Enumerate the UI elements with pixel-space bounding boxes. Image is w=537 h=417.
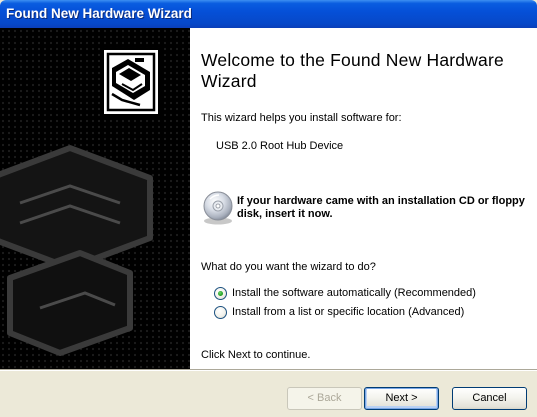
continue-text: Click Next to continue.	[201, 349, 311, 361]
radio-auto[interactable]	[214, 286, 227, 300]
back-button[interactable]: < Back	[287, 387, 362, 410]
device-name: USB 2.0 Root Hub Device	[216, 140, 344, 152]
option-advanced-label[interactable]: Install from a list or specific location…	[232, 306, 464, 318]
wizard-art	[0, 28, 190, 369]
button-bar: < Back Next > Cancel	[0, 371, 537, 417]
option-install-from-list[interactable]: Install from a list or specific location…	[214, 304, 464, 320]
wizard-window: Found New Hardware Wizard Welcome to the…	[0, 0, 537, 417]
cd-disk-icon	[203, 191, 233, 225]
intro-text: This wizard helps you install software f…	[201, 112, 402, 124]
next-button[interactable]: Next >	[364, 387, 439, 410]
cancel-button[interactable]: Cancel	[452, 387, 527, 410]
title-bar[interactable]: Found New Hardware Wizard	[0, 0, 537, 28]
question-text: What do you want the wizard to do?	[201, 261, 376, 273]
option-install-automatically[interactable]: Install the software automatically (Reco…	[214, 285, 476, 301]
hardware-wizard-icon	[102, 48, 160, 116]
wizard-heading: Welcome to the Found New Hardware Wizard	[201, 50, 504, 91]
cd-prompt-text: If your hardware came with an installati…	[237, 195, 525, 220]
cd-prompt-row: If your hardware came with an installati…	[201, 190, 531, 230]
radio-advanced[interactable]	[214, 305, 227, 319]
wizard-content: Welcome to the Found New Hardware Wizard…	[190, 28, 537, 369]
wizard-side-panel	[0, 28, 190, 369]
option-auto-label[interactable]: Install the software automatically (Reco…	[232, 287, 476, 299]
